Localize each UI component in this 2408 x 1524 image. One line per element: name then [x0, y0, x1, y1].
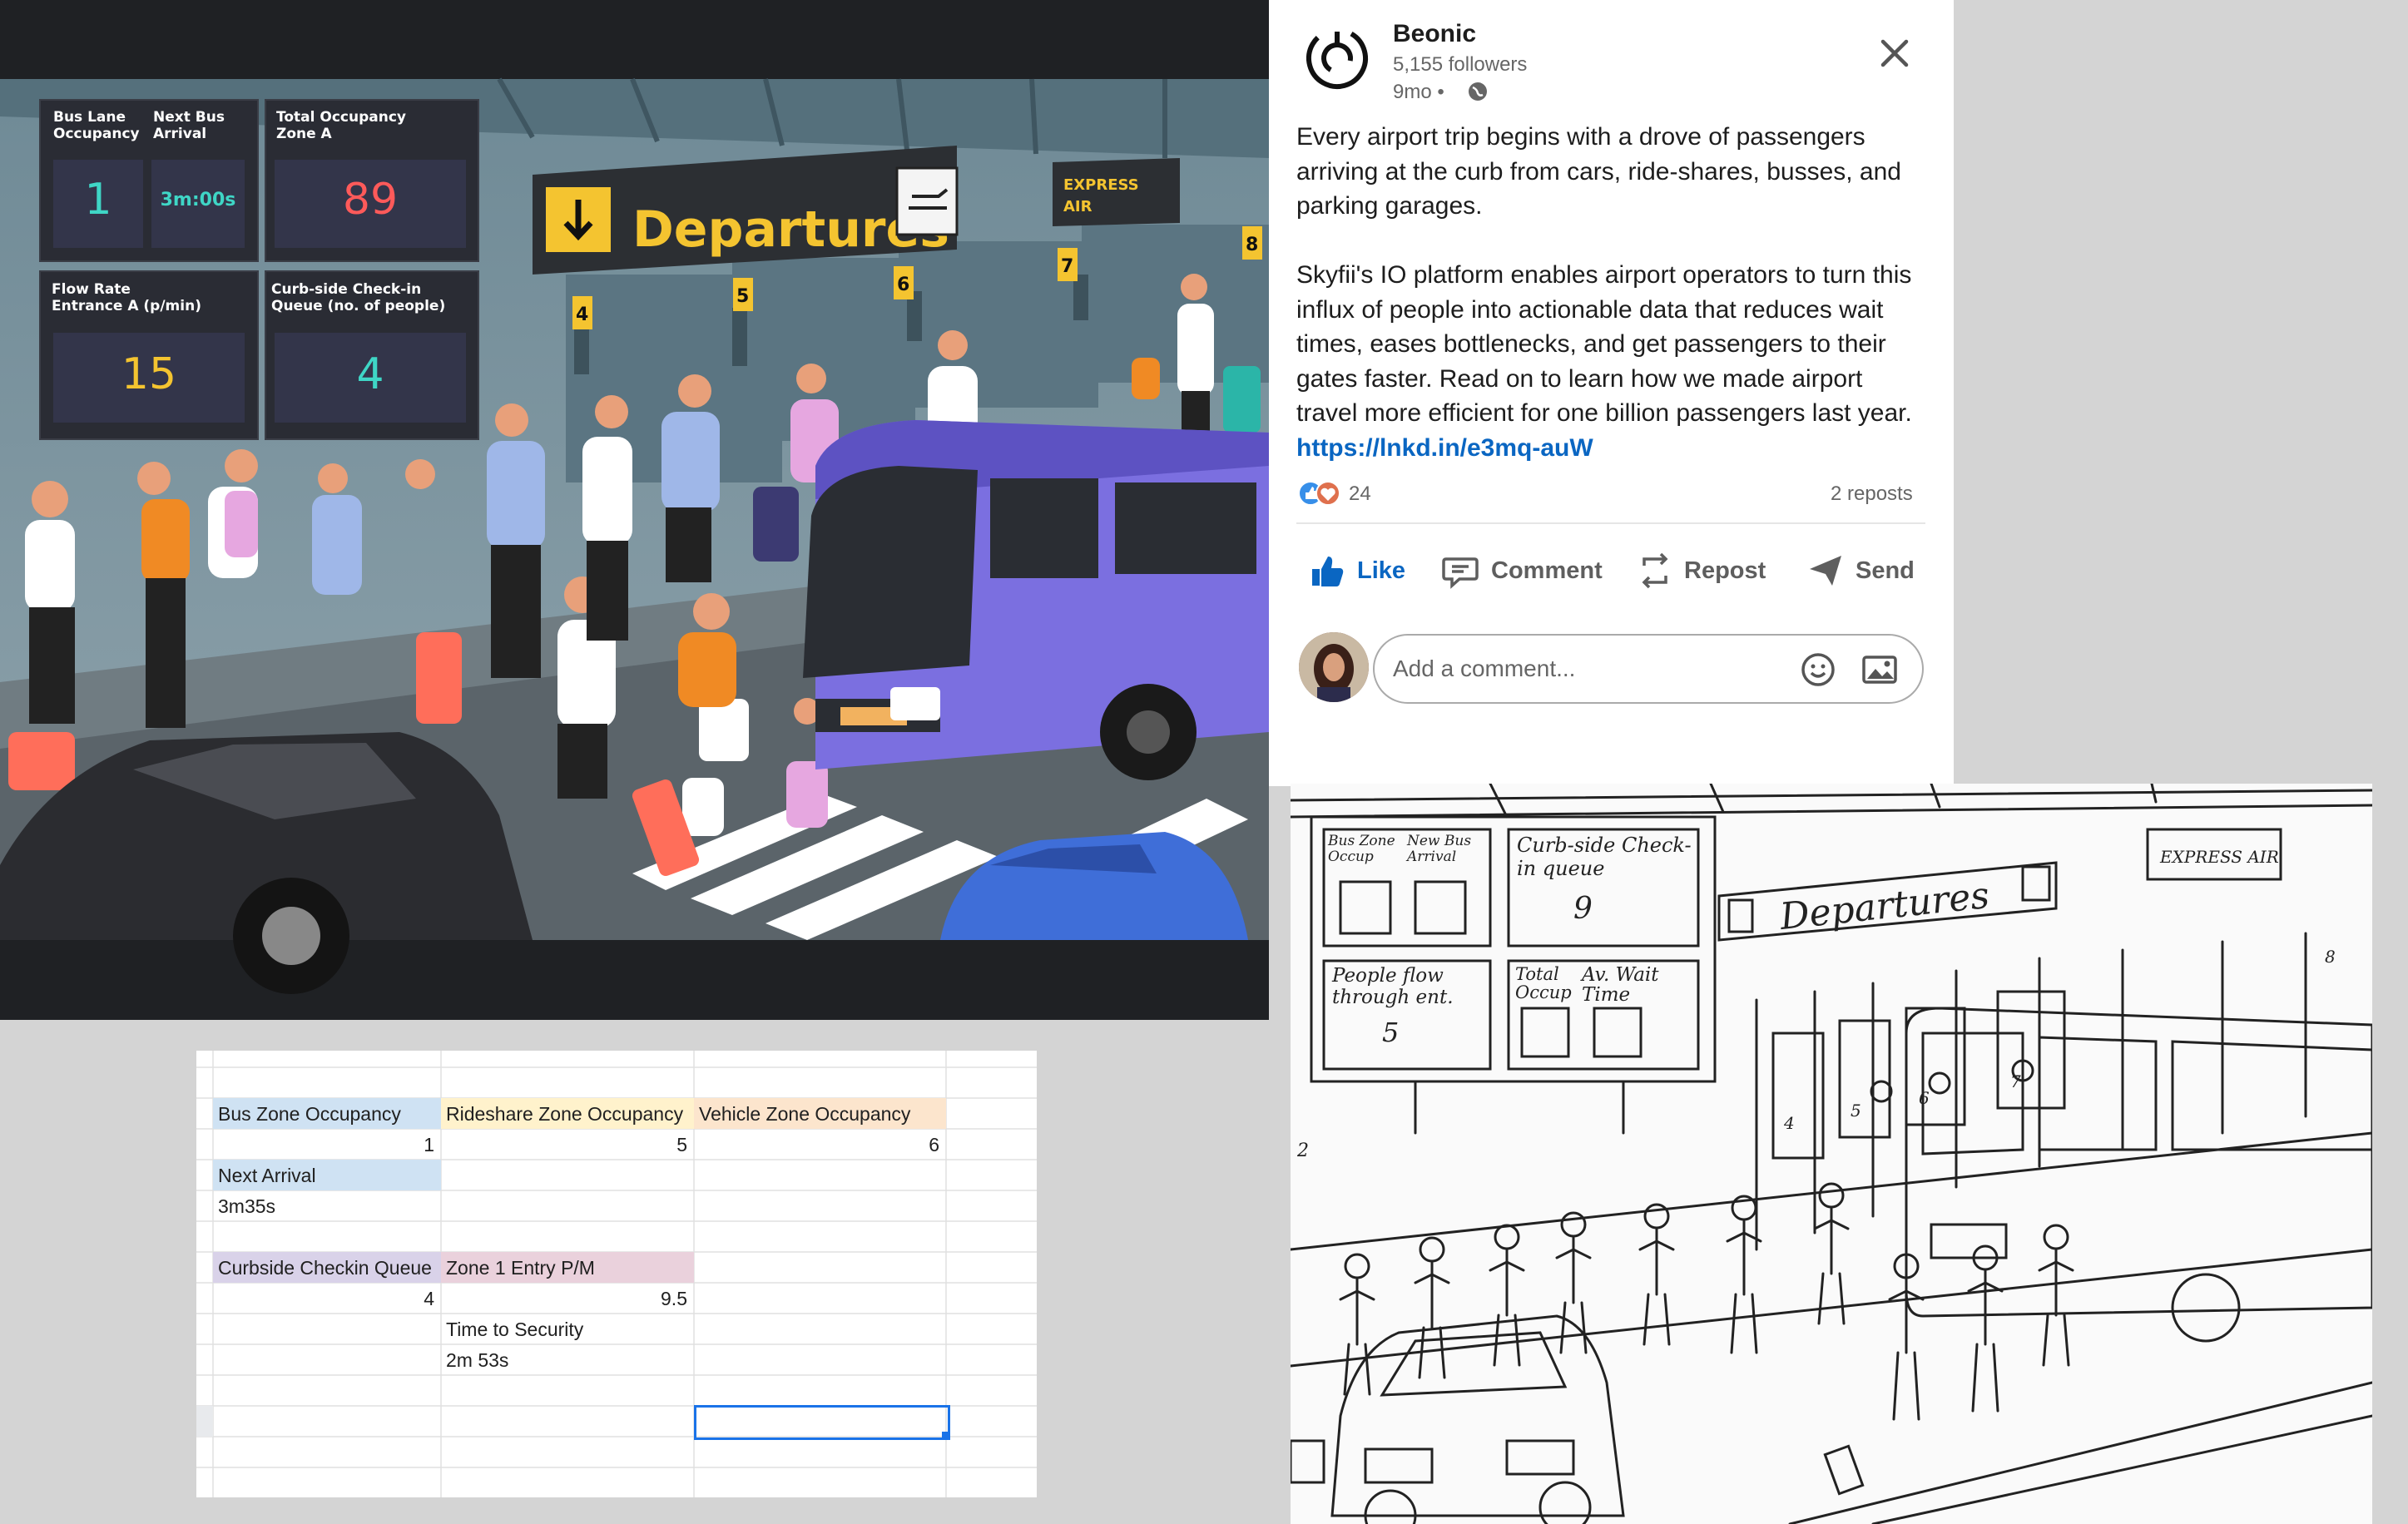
curbside-label: Curb-side Check-in Queue (no. of people)	[271, 281, 445, 314]
repost-button[interactable]: Repost	[1638, 544, 1766, 597]
cell-curbside-value[interactable]: 4	[213, 1284, 434, 1314]
post-paragraph-2: Skyfii's IO platform enables airport ope…	[1296, 258, 1929, 465]
spreadsheet: Bus Zone Occupancy Rideshare Zone Occupa…	[196, 1051, 1037, 1497]
linkedin-post: Beonic 5,155 followers 9mo • Every airpo…	[1269, 0, 1954, 786]
next-bus-label-line1: Next Bus	[153, 109, 225, 126]
flow-rate-label-line2: Entrance A (p/min)	[52, 298, 201, 314]
beonic-logo-icon[interactable]	[1304, 25, 1370, 92]
flow-rate-label-line1: Flow Rate	[52, 281, 131, 298]
sketch-gate-4: 4	[1783, 1113, 1795, 1133]
bus-lane-label-line2: Occupancy	[53, 126, 140, 142]
cell-time-to-security-value[interactable]: 2m 53s	[446, 1345, 508, 1375]
sketch-gate-6: 6	[1919, 1088, 1930, 1108]
cell-next-arrival-label[interactable]: Next Arrival	[218, 1160, 316, 1190]
sketch-gate-7: 7	[2010, 1071, 2021, 1091]
comment-input[interactable]: Add a comment...	[1373, 634, 1924, 704]
post-paragraph-1: Every airport trip begins with a drove o…	[1296, 123, 1901, 220]
cell-next-arrival-value[interactable]: 3m35s	[218, 1191, 275, 1221]
bus-lane-value: 1	[84, 175, 112, 225]
sketch-bus-zone-label: Bus Zone Occup	[1328, 833, 1395, 865]
comment-label: Comment	[1491, 557, 1603, 584]
cell-bus-zone-value[interactable]: 1	[213, 1130, 434, 1160]
total-occupancy-label-line1: Total Occupancy	[276, 109, 406, 126]
globe-icon	[1466, 80, 1489, 103]
thumbs-up-icon	[1312, 557, 1344, 586]
express-air-line1: EXPRESS	[1063, 176, 1139, 194]
send-button[interactable]: Send	[1807, 544, 1915, 597]
send-label: Send	[1856, 557, 1915, 584]
bus-lane-label-line1: Bus Lane	[53, 109, 126, 126]
curbside-value: 4	[356, 349, 384, 399]
cell-zone1-value[interactable]: 9.5	[441, 1284, 687, 1314]
selected-cell[interactable]	[694, 1405, 950, 1440]
cell-vehicle-value[interactable]: 6	[694, 1130, 939, 1160]
send-icon	[1810, 556, 1841, 586]
follower-count: 5,155 followers	[1393, 53, 1528, 76]
sketch-gate-5: 5	[1851, 1101, 1861, 1121]
comment-button[interactable]: Comment	[1441, 544, 1603, 597]
sketch-avg-wait-label: Av. Wait Time	[1582, 964, 1659, 1006]
fill-handle[interactable]	[942, 1432, 949, 1438]
emoji-icon[interactable]	[1799, 651, 1837, 689]
company-name[interactable]: Beonic	[1393, 20, 1476, 48]
reaction-count[interactable]: 24	[1349, 482, 1371, 506]
image-icon[interactable]	[1861, 651, 1899, 689]
cell-rideshare-header[interactable]: Rideshare Zone Occupancy	[446, 1099, 683, 1129]
sketch-drawing: Departures EXPRESS AIR 4 5 6 7 8 2 Bus Z…	[1291, 784, 2372, 1524]
sketch-people-flow-value: 5	[1382, 1017, 1400, 1048]
comment-icon	[1442, 557, 1479, 589]
sketch-people-flow-label: People flow through ent.	[1332, 965, 1454, 1008]
sketch-curb-value: 9	[1573, 892, 1593, 926]
bus-lane-label: Bus Lane Occupancy	[53, 109, 140, 142]
comment-placeholder: Add a comment...	[1393, 656, 1576, 681]
next-bus-label-line2: Arrival	[153, 126, 207, 142]
post-age: 9mo •	[1393, 81, 1444, 103]
like-button[interactable]: Like	[1309, 544, 1405, 597]
post-paragraph-2-text: Skyfii's IO platform enables airport ope…	[1296, 261, 1912, 427]
flow-rate-label: Flow Rate Entrance A (p/min)	[52, 281, 201, 314]
gate-number-8: 8	[1246, 235, 1258, 255]
close-icon[interactable]	[1876, 35, 1913, 72]
sketch-gate-2: 2	[1296, 1141, 1309, 1161]
repost-icon	[1642, 552, 1668, 589]
like-label: Like	[1357, 557, 1406, 584]
gate-number-5: 5	[736, 286, 749, 307]
cell-bus-zone-header[interactable]: Bus Zone Occupancy	[218, 1099, 401, 1129]
curbside-label-line2: Queue (no. of people)	[271, 298, 446, 314]
reactions-icon[interactable]	[1296, 479, 1343, 507]
sketch-art: Departures EXPRESS AIR 4 5 6 7 8 2	[1291, 784, 2372, 1524]
next-bus-label: Next Bus Arrival	[153, 109, 225, 142]
gate-number-7: 7	[1061, 256, 1073, 277]
gate-number-4: 4	[576, 304, 588, 325]
cell-curbside-header[interactable]: Curbside Checkin Queue	[218, 1253, 432, 1283]
total-occupancy-label: Total Occupancy Zone A	[276, 109, 406, 142]
sketch-new-bus-label: New Bus Arrival	[1407, 833, 1472, 865]
airport-illustration: Departures EXPRESS AIR 4 5 6 7 8 Bus Lan…	[0, 0, 1269, 1020]
divider	[1296, 522, 1925, 524]
express-air-line2: AIR	[1063, 198, 1093, 215]
total-occupancy-label-line2: Zone A	[276, 126, 332, 142]
repost-count[interactable]: 2 reposts	[1831, 482, 1913, 506]
sketch-express-text: EXPRESS AIR	[2159, 847, 2279, 867]
total-occupancy-value: 89	[342, 175, 399, 225]
post-link[interactable]: https://lnkd.in/e3mq-auW	[1296, 434, 1593, 462]
bus-art	[753, 420, 1269, 780]
cell-vehicle-header[interactable]: Vehicle Zone Occupancy	[699, 1099, 910, 1129]
avatar[interactable]	[1299, 632, 1369, 702]
next-bus-value: 3m:00s	[160, 190, 236, 210]
cell-zone1-header[interactable]: Zone 1 Entry P/M	[446, 1253, 595, 1283]
cell-rideshare-value[interactable]: 5	[441, 1130, 687, 1160]
sketch-gate-8: 8	[2325, 947, 2336, 967]
gate-number-6: 6	[897, 275, 909, 295]
flow-rate-value: 15	[121, 349, 177, 399]
sketch-total-occ-label: Total Occup	[1515, 964, 1572, 1002]
repost-label: Repost	[1684, 557, 1766, 584]
cell-time-to-security-label[interactable]: Time to Security	[446, 1314, 583, 1344]
curbside-label-line1: Curb-side Check-in	[271, 281, 422, 298]
sketch-curb-label: Curb-side Check-in queue	[1517, 834, 1692, 880]
sketch-departures-text: Departures	[1777, 874, 1991, 938]
